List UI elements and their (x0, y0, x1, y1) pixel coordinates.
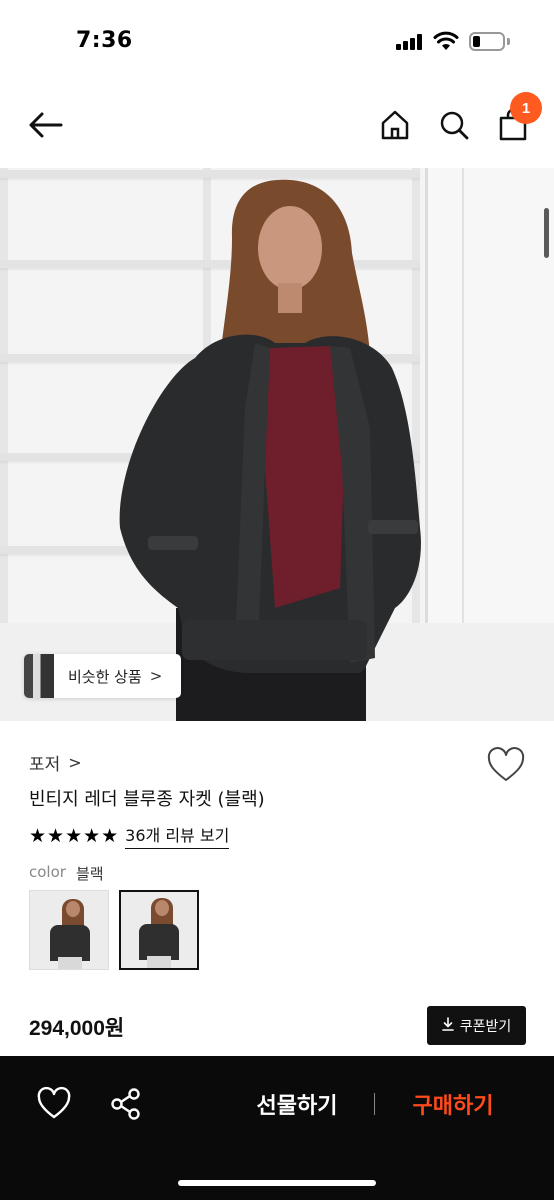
coupon-download-button[interactable]: 쿠폰받기 (427, 1006, 526, 1045)
arrow-left-icon[interactable] (26, 106, 64, 144)
battery-level (473, 36, 480, 47)
share-icon[interactable] (108, 1086, 144, 1122)
search-icon[interactable] (435, 106, 473, 144)
cellular-signal-icon (396, 34, 422, 50)
brand-name: 포저 (29, 755, 61, 775)
gift-button[interactable]: 선물하기 (238, 1088, 356, 1120)
product-main-image[interactable]: 비슷한 상품 > (0, 168, 554, 721)
rating-row: ★★★★★ 36개 리뷰 보기 (29, 822, 230, 849)
status-bar: 7:36 (0, 0, 554, 82)
product-price: 294,000원 (29, 1017, 125, 1040)
chevron-right-icon: > (68, 753, 82, 772)
color-row: color 블랙 (29, 863, 104, 884)
similar-products-button[interactable]: 비슷한 상품 > (24, 654, 181, 698)
download-icon (441, 1016, 454, 1035)
divider (374, 1093, 375, 1115)
cart-count-badge: 1 (510, 92, 542, 124)
battery-cap (507, 38, 510, 45)
heart-outline-icon[interactable] (36, 1086, 72, 1122)
top-nav: 1 (0, 82, 554, 168)
review-link[interactable]: 36개 리뷰 보기 (125, 822, 230, 849)
home-icon[interactable] (376, 106, 414, 144)
color-label: color (29, 863, 66, 881)
color-value: 블랙 (75, 865, 104, 883)
coupon-label: 쿠폰받기 (459, 1018, 512, 1035)
battery-icon (469, 32, 505, 51)
product-title: 빈티지 레더 블루종 자켓 (블랙) (29, 789, 265, 810)
star-rating-icon: ★★★★★ (29, 824, 120, 847)
color-option-thumbnail[interactable] (29, 890, 109, 970)
similar-products-thumbnail (24, 654, 54, 698)
buy-button[interactable]: 구매하기 (394, 1088, 512, 1120)
home-indicator (178, 1180, 376, 1186)
similar-products-label: 비슷한 상품 (68, 667, 142, 686)
scroll-indicator[interactable] (544, 208, 549, 258)
chevron-right-icon: > (149, 667, 163, 685)
heart-outline-icon[interactable] (486, 746, 526, 786)
color-option-thumbnail-selected[interactable] (119, 890, 199, 970)
status-time: 7:36 (76, 28, 133, 53)
wifi-icon (433, 31, 459, 51)
brand-link[interactable]: 포저 > (29, 750, 82, 775)
bottom-action-bar: 선물하기 구매하기 (0, 1056, 554, 1200)
model-figure (119, 179, 421, 721)
